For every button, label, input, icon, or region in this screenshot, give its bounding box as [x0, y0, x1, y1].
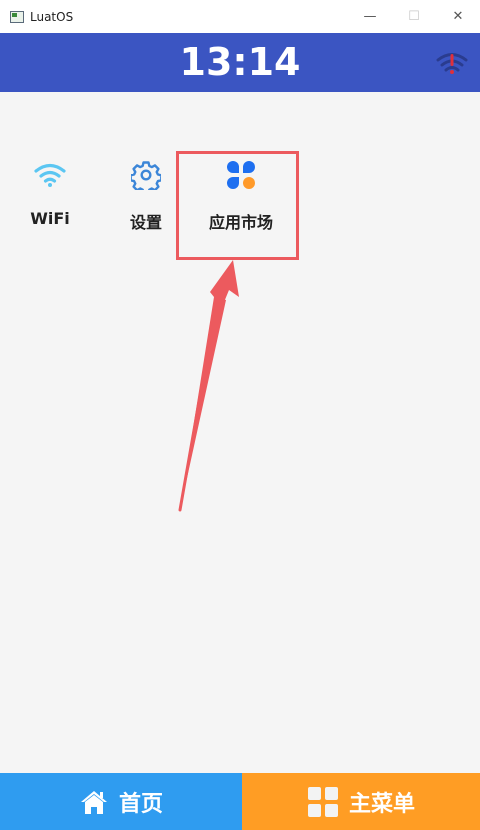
window-titlebar[interactable]: LuatOS — ☐ ✕ — [0, 0, 480, 33]
wifi-icon — [34, 163, 66, 187]
wifi-warning-icon — [436, 53, 468, 74]
gear-icon — [131, 161, 161, 190]
home-button[interactable]: 首页 — [0, 773, 242, 830]
app-label-wifi: WiFi — [30, 209, 70, 228]
app-grid-area: WiFi 设置 应用市场 — [0, 92, 480, 773]
close-button[interactable]: ✕ — [436, 0, 480, 33]
home-icon — [80, 790, 107, 814]
home-label: 首页 — [118, 791, 163, 817]
window-controls: — ☐ ✕ — [348, 0, 480, 33]
window-title: LuatOS — [30, 9, 74, 24]
main-menu-button[interactable]: 主菜单 — [242, 773, 480, 830]
app-settings[interactable]: 设置 — [106, 155, 186, 233]
app-wifi[interactable]: WiFi — [10, 155, 90, 228]
main-menu-label: 主菜单 — [348, 791, 415, 817]
clock: 13:14 — [179, 40, 301, 84]
minimize-button[interactable]: — — [348, 0, 392, 33]
app-window: LuatOS — ☐ ✕ 13:14 WiFi 设置 应用市场 首页 主菜单 — [0, 0, 480, 830]
highlight-box — [176, 151, 299, 260]
app-window-icon — [10, 10, 24, 23]
grid-icon — [307, 786, 338, 817]
maximize-button[interactable]: ☐ — [392, 0, 436, 33]
bottom-nav: 首页 主菜单 — [0, 773, 480, 830]
app-label-settings: 设置 — [129, 213, 162, 232]
status-header: 13:14 — [0, 33, 480, 92]
